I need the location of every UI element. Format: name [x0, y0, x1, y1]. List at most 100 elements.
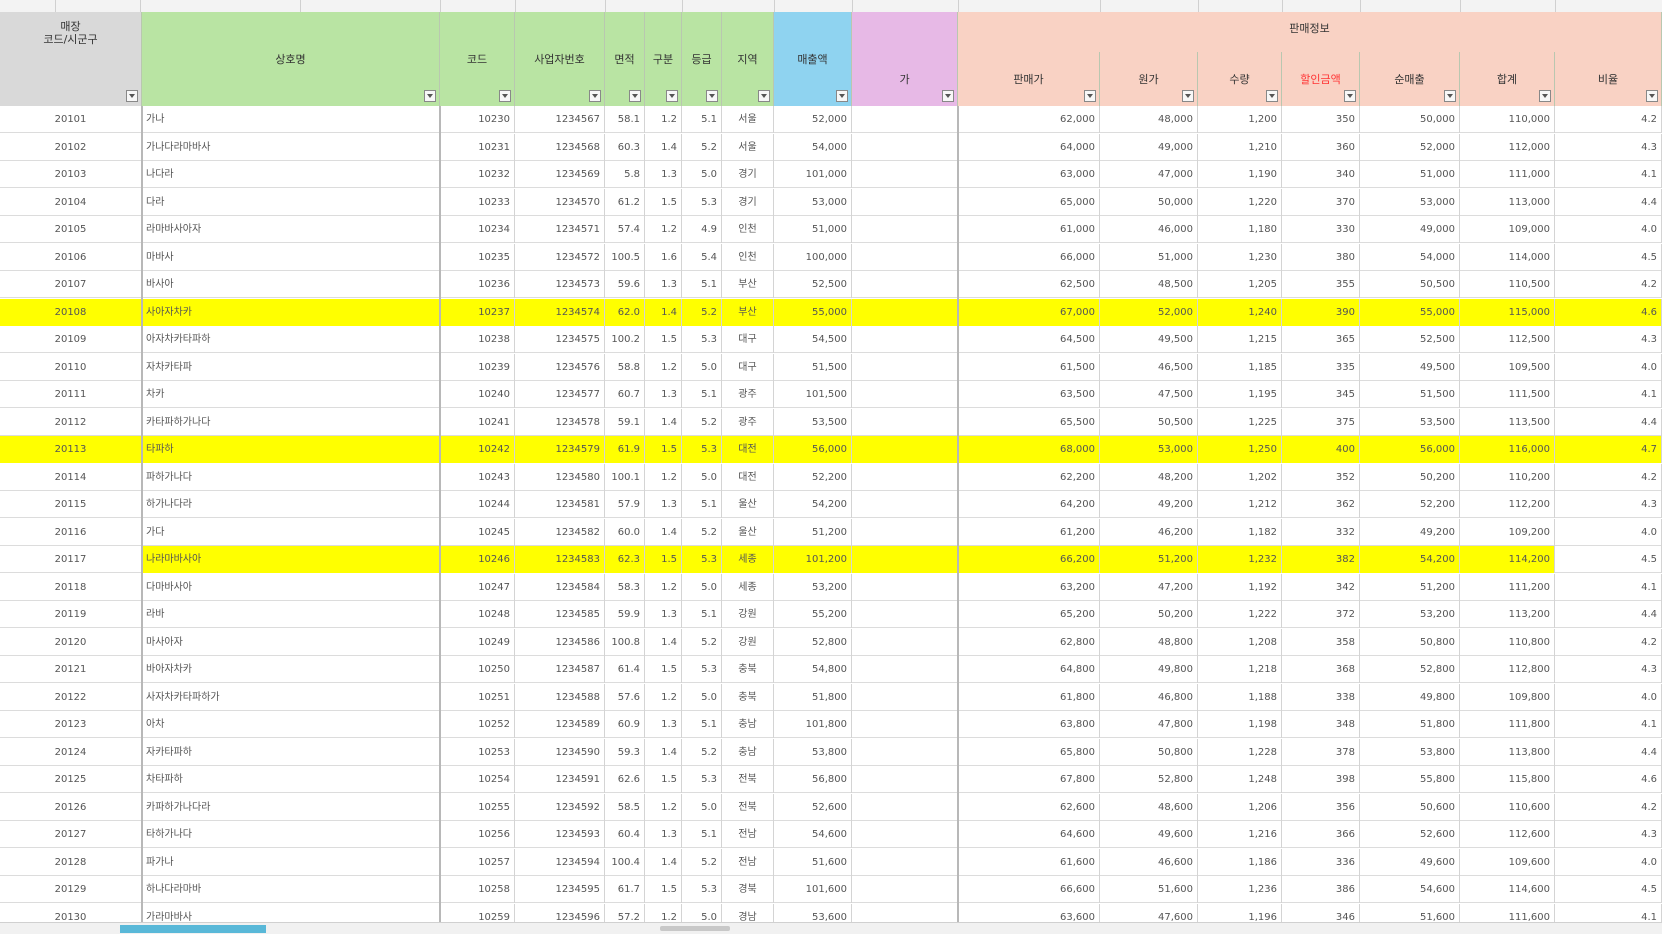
table-cell-c14[interactable]: 53,500: [1360, 408, 1460, 436]
table-cell-c5[interactable]: 1.4: [645, 518, 682, 546]
table-cell-c8[interactable]: 51,500: [774, 353, 852, 381]
table-cell-c3[interactable]: 1234591: [515, 766, 605, 793]
table-cell-c8[interactable]: 101,200: [774, 546, 852, 573]
table-cell-c5[interactable]: 1.2: [645, 106, 682, 133]
table-cell-c8[interactable]: 55,000: [774, 298, 852, 326]
table-cell-c15[interactable]: 109,000: [1460, 216, 1555, 243]
table-cell-c10[interactable]: 68,000: [958, 436, 1100, 463]
table-cell-c9[interactable]: [852, 271, 958, 298]
table-cell-name[interactable]: 자카타파하: [142, 738, 440, 766]
table-cell-c16[interactable]: 4.3: [1555, 133, 1662, 161]
table-cell-c15[interactable]: 115,800: [1460, 766, 1555, 793]
table-cell-c11[interactable]: 49,000: [1100, 133, 1198, 161]
table-cell-c12[interactable]: 1,236: [1198, 876, 1282, 903]
table-cell-c8[interactable]: 54,500: [774, 326, 852, 353]
table-cell-c3[interactable]: 1234581: [515, 491, 605, 518]
table-row[interactable]: 20119 라바 10248 1234585 59.9 1.3 5.1 강원 55,200 65,…: [0, 601, 1662, 628]
table-cell-c4[interactable]: 5.8: [605, 161, 645, 188]
table-cell-c13[interactable]: 372: [1282, 601, 1360, 628]
table-cell-c4[interactable]: 61.4: [605, 656, 645, 683]
table-cell-c14[interactable]: 49,800: [1360, 683, 1460, 711]
table-cell-c12[interactable]: 1,192: [1198, 573, 1282, 601]
table-cell-c8[interactable]: 53,000: [774, 188, 852, 216]
table-cell-c15[interactable]: 110,600: [1460, 793, 1555, 821]
table-cell-c6[interactable]: 5.2: [682, 518, 722, 546]
table-cell-c4[interactable]: 62.0: [605, 298, 645, 326]
column-header-c16[interactable]: 비율: [1555, 52, 1662, 106]
table-cell-c9[interactable]: [852, 353, 958, 381]
table-cell-c2[interactable]: 10237: [440, 298, 515, 326]
table-cell-name[interactable]: 바사아: [142, 271, 440, 298]
table-cell-c9[interactable]: [852, 326, 958, 353]
table-cell-name[interactable]: 파가나: [142, 848, 440, 876]
table-cell-c9[interactable]: [852, 463, 958, 491]
table-cell-c2[interactable]: 10250: [440, 656, 515, 683]
table-cell-c3[interactable]: 1234579: [515, 436, 605, 463]
table-cell-c12[interactable]: 1,195: [1198, 381, 1282, 408]
table-cell-c6[interactable]: 5.3: [682, 766, 722, 793]
table-cell-name[interactable]: 하나다라마바: [142, 876, 440, 903]
table-cell-c11[interactable]: 46,800: [1100, 683, 1198, 711]
table-cell-code[interactable]: 20109: [0, 326, 142, 353]
table-cell-c15[interactable]: 114,600: [1460, 876, 1555, 903]
table-cell-c5[interactable]: 1.4: [645, 298, 682, 326]
filter-dropdown-icon[interactable]: [1084, 90, 1096, 102]
table-cell-c12[interactable]: 1,210: [1198, 133, 1282, 161]
table-cell-c14[interactable]: 52,500: [1360, 326, 1460, 353]
table-cell-c4[interactable]: 62.6: [605, 766, 645, 793]
table-cell-c3[interactable]: 1234569: [515, 161, 605, 188]
table-cell-c4[interactable]: 59.3: [605, 738, 645, 766]
table-cell-c16[interactable]: 4.0: [1555, 518, 1662, 546]
table-cell-c5[interactable]: 1.2: [645, 573, 682, 601]
table-row[interactable]: 20122 사자차카타파하가 10251 1234588 57.6 1.2 5.0 충북 51,…: [0, 683, 1662, 711]
table-cell-c3[interactable]: 1234594: [515, 848, 605, 876]
table-cell-c2[interactable]: 10246: [440, 546, 515, 573]
table-cell-code[interactable]: 20122: [0, 683, 142, 711]
table-cell-c3[interactable]: 1234588: [515, 683, 605, 711]
table-cell-c10[interactable]: 62,600: [958, 793, 1100, 821]
table-cell-c10[interactable]: 62,200: [958, 463, 1100, 491]
table-cell-code[interactable]: 20129: [0, 876, 142, 903]
table-cell-c15[interactable]: 113,500: [1460, 408, 1555, 436]
table-cell-c2[interactable]: 10242: [440, 436, 515, 463]
table-cell-c16[interactable]: 4.5: [1555, 546, 1662, 573]
table-cell-c3[interactable]: 1234593: [515, 821, 605, 848]
table-cell-name[interactable]: 차타파하: [142, 766, 440, 793]
filter-dropdown-icon[interactable]: [499, 90, 511, 102]
table-cell-c6[interactable]: 5.1: [682, 601, 722, 628]
table-cell-code[interactable]: 20102: [0, 133, 142, 161]
table-cell-c13[interactable]: 350: [1282, 106, 1360, 133]
table-cell-c11[interactable]: 52,800: [1100, 766, 1198, 793]
table-cell-code[interactable]: 20112: [0, 408, 142, 436]
table-cell-code[interactable]: 20111: [0, 381, 142, 408]
table-cell-code[interactable]: 20127: [0, 821, 142, 848]
table-cell-c9[interactable]: [852, 133, 958, 161]
table-cell-c13[interactable]: 332: [1282, 518, 1360, 546]
table-cell-c13[interactable]: 366: [1282, 821, 1360, 848]
table-cell-c2[interactable]: 10254: [440, 766, 515, 793]
filter-dropdown-icon[interactable]: [1344, 90, 1356, 102]
table-cell-c11[interactable]: 46,500: [1100, 353, 1198, 381]
table-cell-c12[interactable]: 1,240: [1198, 298, 1282, 326]
filter-dropdown-icon[interactable]: [758, 90, 770, 102]
table-cell-c3[interactable]: 1234573: [515, 271, 605, 298]
table-cell-c12[interactable]: 1,248: [1198, 766, 1282, 793]
table-cell-c5[interactable]: 1.4: [645, 738, 682, 766]
table-cell-c7[interactable]: 전남: [722, 821, 774, 848]
table-cell-c2[interactable]: 10241: [440, 408, 515, 436]
table-cell-c9[interactable]: [852, 573, 958, 601]
table-cell-name[interactable]: 하가나다라: [142, 491, 440, 518]
table-cell-c9[interactable]: [852, 188, 958, 216]
table-row[interactable]: 20101 가나 10230 1234567 58.1 1.2 5.1 서울 52,000 62,…: [0, 106, 1662, 133]
table-cell-c16[interactable]: 4.0: [1555, 353, 1662, 381]
table-cell-c16[interactable]: 4.5: [1555, 243, 1662, 271]
table-cell-c5[interactable]: 1.5: [645, 436, 682, 463]
table-cell-c3[interactable]: 1234571: [515, 216, 605, 243]
table-cell-c14[interactable]: 53,000: [1360, 188, 1460, 216]
table-cell-c10[interactable]: 62,000: [958, 106, 1100, 133]
table-cell-c6[interactable]: 5.3: [682, 188, 722, 216]
table-cell-c2[interactable]: 10255: [440, 793, 515, 821]
table-cell-c13[interactable]: 338: [1282, 683, 1360, 711]
table-cell-c9[interactable]: [852, 876, 958, 903]
table-cell-c15[interactable]: 112,200: [1460, 491, 1555, 518]
